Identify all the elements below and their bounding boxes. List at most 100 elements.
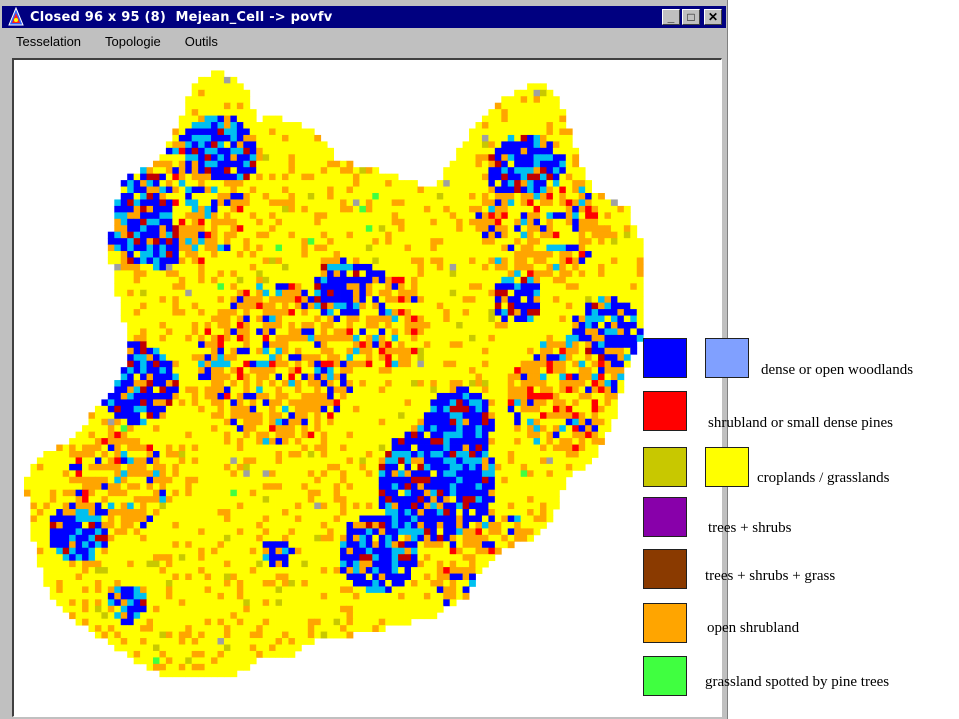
- map-cell: [243, 186, 251, 194]
- map-cell: [481, 251, 489, 258]
- map-cell: [372, 515, 380, 523]
- map-cell: [436, 367, 444, 374]
- map-cell: [533, 238, 541, 245]
- map-cell: [469, 199, 476, 207]
- close-button[interactable]: ✕: [704, 9, 722, 25]
- map-cell: [469, 367, 476, 374]
- map-cell: [411, 302, 418, 310]
- map-cell: [398, 315, 405, 323]
- map-cell: [275, 451, 283, 458]
- map-cell: [314, 141, 322, 149]
- map-cell: [404, 392, 412, 400]
- menu-topologie[interactable]: Topologie: [91, 34, 171, 49]
- map-cell: [178, 263, 186, 271]
- map-cell: [204, 251, 212, 258]
- map-cell: [546, 102, 554, 110]
- map-cell: [165, 496, 173, 503]
- map-cell: [507, 199, 515, 207]
- map-cell: [546, 160, 554, 168]
- map-cell: [243, 231, 251, 239]
- map-cell: [198, 263, 205, 271]
- map-cell: [114, 257, 122, 265]
- map-cell: [178, 444, 186, 452]
- map-cell: [598, 193, 605, 200]
- map-cell: [411, 283, 418, 291]
- map-cell: [385, 354, 393, 362]
- map-cell: [75, 476, 83, 484]
- minimize-button[interactable]: _: [662, 9, 680, 25]
- map-cell: [404, 225, 412, 233]
- map-cell: [178, 521, 186, 529]
- title-bar[interactable]: Closed 96 x 95 (8) Mejean_Cell -> povfv …: [2, 6, 726, 28]
- map-cell: [494, 412, 502, 420]
- map-cell: [533, 367, 541, 374]
- map-cell: [565, 425, 573, 433]
- map-cell: [585, 392, 592, 400]
- map-cell: [598, 238, 605, 245]
- map-cell: [391, 302, 399, 310]
- map-cell: [120, 238, 128, 245]
- map-cell: [223, 341, 231, 349]
- map-cell: [411, 367, 418, 374]
- map-cell: [114, 392, 122, 400]
- map-cell: [488, 244, 496, 252]
- map-cell: [430, 322, 438, 329]
- map-cell: [185, 463, 193, 471]
- map-cell: [178, 354, 186, 362]
- map-cell: [153, 380, 160, 387]
- map-cell: [540, 263, 547, 271]
- map-cell: [275, 212, 283, 220]
- map-cell: [540, 238, 547, 245]
- app-icon[interactable]: [6, 6, 26, 27]
- map-cell: [436, 193, 444, 200]
- map-cell: [423, 438, 431, 445]
- map-cell: [204, 186, 212, 194]
- map-cell: [456, 418, 463, 426]
- map-cell: [159, 315, 167, 323]
- map-cell: [114, 270, 122, 278]
- map-cell: [340, 463, 347, 471]
- map-cell: [172, 502, 180, 510]
- map-cell: [456, 360, 463, 368]
- map-cell: [365, 231, 373, 239]
- map-cell: [198, 96, 205, 104]
- map-cell: [301, 431, 309, 439]
- map-cell: [346, 289, 354, 297]
- map-cell: [204, 515, 212, 523]
- map-cell: [488, 193, 496, 200]
- map-cell: [404, 509, 412, 516]
- map-cell: [288, 528, 296, 536]
- map-cell: [520, 289, 528, 297]
- map-cell: [43, 451, 51, 458]
- map-cell: [417, 373, 425, 381]
- map-cell: [236, 334, 244, 342]
- map-cell: [314, 270, 322, 278]
- map-cell: [514, 128, 522, 136]
- map-cell: [398, 483, 405, 491]
- land-cover-map[interactable]: [14, 60, 720, 715]
- map-cell: [481, 134, 489, 142]
- map-cell: [217, 76, 225, 84]
- map-cell: [49, 483, 57, 491]
- map-cell: [623, 225, 631, 233]
- map-cell: [133, 270, 141, 278]
- menu-outils[interactable]: Outils: [171, 34, 228, 49]
- map-cell: [211, 399, 218, 407]
- menu-tesselation[interactable]: Tesselation: [2, 34, 91, 49]
- map-cell: [146, 341, 154, 349]
- map-cell: [398, 367, 405, 374]
- map-cell: [223, 502, 231, 510]
- map-cell: [630, 251, 638, 258]
- map-cell: [391, 392, 399, 400]
- map-cell: [165, 276, 173, 284]
- map-cell: [256, 128, 264, 136]
- maximize-button[interactable]: □: [682, 9, 700, 25]
- map-cell: [507, 96, 515, 104]
- map-cell: [94, 444, 102, 452]
- map-cell: [120, 438, 128, 445]
- map-cell: [469, 412, 476, 420]
- map-cell: [172, 225, 180, 233]
- map-cell: [552, 296, 560, 304]
- map-cell: [443, 457, 451, 465]
- map-cell: [120, 399, 128, 407]
